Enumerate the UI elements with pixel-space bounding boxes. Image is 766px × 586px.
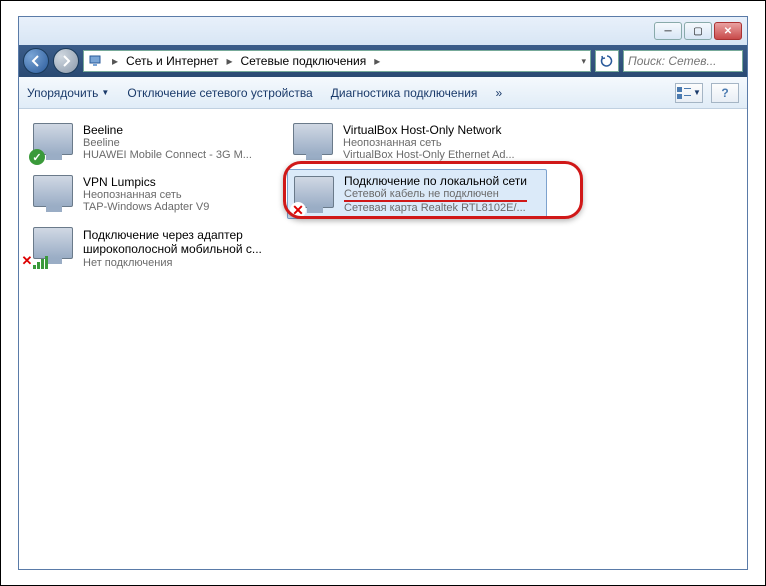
connection-name: VPN Lumpics xyxy=(83,175,209,189)
connection-item[interactable]: VPN Lumpics Неопознанная сеть TAP-Window… xyxy=(27,169,287,219)
view-options-button[interactable]: ▼ xyxy=(675,83,703,103)
refresh-icon xyxy=(600,54,614,68)
maximize-button[interactable]: ▢ xyxy=(684,22,712,40)
minimize-button[interactable]: ─ xyxy=(654,22,682,40)
arrow-left-icon xyxy=(30,55,42,67)
connection-device: VirtualBox Host-Only Ethernet Ad... xyxy=(343,149,515,161)
connection-item[interactable]: ✕ Подключение через адаптер широкополосн… xyxy=(27,221,287,277)
connection-item[interactable]: VirtualBox Host-Only Network Неопознанна… xyxy=(287,117,547,167)
titlebar: ─ ▢ ✕ xyxy=(19,17,747,45)
connection-status: Beeline xyxy=(83,137,252,149)
connection-device: HUAWEI Mobile Connect - 3G M... xyxy=(83,149,252,161)
connection-item[interactable]: ✓ Beeline Beeline HUAWEI Mobile Connect … xyxy=(27,117,287,167)
chevron-right-icon: ▸ xyxy=(370,54,384,68)
search-box[interactable] xyxy=(623,50,743,72)
check-icon: ✓ xyxy=(29,149,45,165)
disable-device-button[interactable]: Отключение сетевого устройства xyxy=(127,86,312,100)
chevron-down-icon[interactable]: ▾ xyxy=(581,56,586,67)
connection-name: Подключение по локальной сети xyxy=(344,174,527,188)
forward-button[interactable] xyxy=(53,48,79,74)
more-button[interactable]: » xyxy=(495,86,502,100)
arrow-right-icon xyxy=(60,55,72,67)
command-bar: Упорядочить ▼ Отключение сетевого устрой… xyxy=(19,77,747,109)
close-button[interactable]: ✕ xyxy=(714,22,742,40)
refresh-button[interactable] xyxy=(595,50,619,72)
chevron-down-icon: ▼ xyxy=(693,88,701,97)
x-icon: ✕ xyxy=(290,202,306,218)
help-icon: ? xyxy=(721,86,728,100)
connection-name: Beeline xyxy=(83,123,252,137)
help-button[interactable]: ? xyxy=(711,83,739,103)
organize-button[interactable]: Упорядочить ▼ xyxy=(27,86,109,100)
network-adapter-icon xyxy=(289,119,337,165)
network-adapter-icon: ✕ xyxy=(29,223,77,269)
connection-device: Сетевая карта Realtek RTL8102E/... xyxy=(344,202,527,214)
breadcrumb-part[interactable]: Сеть и Интернет xyxy=(126,54,218,68)
chevron-down-icon: ▼ xyxy=(101,88,109,97)
connection-status: Неопознанная сеть xyxy=(83,189,209,201)
connection-item-selected[interactable]: ✕ Подключение по локальной сети Сетевой … xyxy=(287,169,547,219)
address-bar[interactable]: ▸ Сеть и Интернет ▸ Сетевые подключения … xyxy=(83,50,591,72)
connection-status: Сетевой кабель не подключен xyxy=(344,188,527,202)
content-area: ✓ Beeline Beeline HUAWEI Mobile Connect … xyxy=(19,109,747,569)
connection-name: VirtualBox Host-Only Network xyxy=(343,123,515,137)
network-adapter-icon: ✕ xyxy=(290,172,338,218)
chevron-right-icon: ▸ xyxy=(108,54,122,68)
network-icon xyxy=(88,53,104,69)
search-input[interactable] xyxy=(628,54,738,68)
network-adapter-icon: ✓ xyxy=(29,119,77,165)
breadcrumb-part[interactable]: Сетевые подключения xyxy=(240,54,366,68)
disconnected-bars-icon: ✕ xyxy=(27,253,43,269)
connection-name: Подключение через адаптер широкополосной… xyxy=(83,229,285,257)
back-button[interactable] xyxy=(23,48,49,74)
connection-status: Нет подключения xyxy=(83,257,285,269)
connection-device: TAP-Windows Adapter V9 xyxy=(83,201,209,213)
navigation-bar: ▸ Сеть и Интернет ▸ Сетевые подключения … xyxy=(19,45,747,77)
diagnose-button[interactable]: Диагностика подключения xyxy=(331,86,478,100)
view-icon xyxy=(677,87,691,99)
chevron-right-icon: ▸ xyxy=(222,54,236,68)
network-adapter-icon xyxy=(29,171,77,217)
connection-status: Неопознанная сеть xyxy=(343,137,515,149)
